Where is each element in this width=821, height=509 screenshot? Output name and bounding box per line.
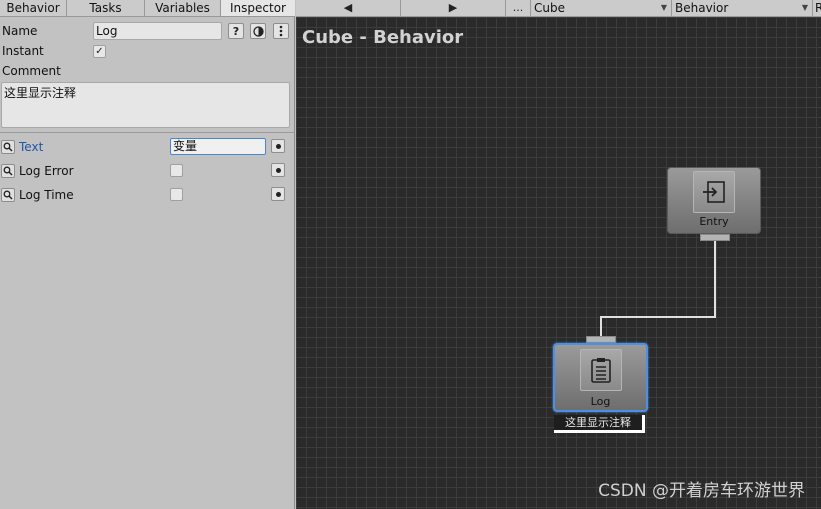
entry-node-label: Entry (699, 215, 729, 228)
log-node[interactable]: Log (553, 343, 648, 412)
menu-button[interactable] (273, 23, 289, 39)
log-time-search-button[interactable] (1, 188, 15, 202)
instant-checkbox[interactable]: ✓ (93, 45, 106, 58)
half-circle-icon (252, 25, 264, 37)
tab-inspector[interactable]: Inspector (221, 0, 295, 16)
log-error-search-button[interactable] (1, 164, 15, 178)
watermark: CSDN @开着房车环游世界 (598, 481, 805, 501)
name-label: Name (2, 24, 38, 38)
dropdown-arrow-icon: ▼ (660, 3, 667, 12)
vertical-dots-icon (279, 25, 283, 37)
log-node-label: Log (590, 395, 611, 408)
log-icon-box (580, 349, 622, 391)
entry-output-port[interactable] (700, 234, 730, 241)
help-icon: ? (232, 24, 240, 38)
name-field[interactable]: Log (93, 22, 222, 40)
next-button[interactable]: ▶ (401, 0, 506, 16)
toggle-button[interactable] (250, 23, 266, 39)
log-error-checkbox[interactable] (170, 164, 183, 177)
log-comment-tag: 这里显示注释 (554, 415, 645, 433)
log-input-port[interactable] (586, 336, 616, 343)
tab-tasks[interactable]: Tasks (67, 0, 145, 16)
instant-label: Instant (2, 44, 44, 58)
more-button[interactable]: ... (506, 0, 531, 16)
text-search-button[interactable] (1, 140, 15, 154)
log-time-label: Log Time (19, 188, 74, 202)
log-time-checkbox[interactable] (170, 188, 183, 201)
log-time-variable-button[interactable] (271, 187, 285, 201)
entry-icon-box (693, 171, 735, 213)
help-button[interactable]: ? (228, 23, 244, 39)
comment-textarea[interactable]: 这里显示注释 (1, 82, 290, 128)
entry-icon (703, 181, 725, 203)
behavior-dropdown[interactable]: Behavior ▼ (672, 0, 813, 16)
text-field-input[interactable]: 变量 (170, 138, 266, 155)
log-error-variable-button[interactable] (271, 163, 285, 177)
text-variable-button[interactable] (271, 139, 285, 153)
search-icon (3, 190, 13, 200)
clipboard-icon (591, 358, 611, 383)
tab-variables[interactable]: Variables (145, 0, 221, 16)
prev-button[interactable]: ◀ (296, 0, 401, 16)
entry-node[interactable]: Entry (667, 167, 761, 234)
log-comment-text: 这里显示注释 (554, 415, 642, 430)
log-error-label: Log Error (19, 164, 74, 178)
search-icon (3, 142, 13, 152)
comment-label: Comment (2, 64, 61, 78)
text-field-label: Text (19, 140, 44, 154)
object-dropdown-value: Cube (534, 1, 565, 15)
dropdown-arrow-icon: ▼ (801, 3, 808, 12)
inspector-panel: Behavior Tasks Variables Inspector Name … (0, 0, 295, 509)
divider (0, 132, 295, 133)
extra-dropdown[interactable]: Re (813, 0, 821, 16)
object-dropdown[interactable]: Cube ▼ (531, 0, 672, 16)
graph-canvas[interactable]: Cube - Behavior Entry Log 这里显示注释 CSDN @开… (296, 17, 821, 509)
search-icon (3, 166, 13, 176)
connection-line (600, 241, 716, 336)
tab-behavior[interactable]: Behavior (0, 0, 67, 16)
behavior-dropdown-value: Behavior (675, 1, 729, 15)
panel-tabs: Behavior Tasks Variables Inspector (0, 0, 295, 17)
graph-toolbar: ◀ ▶ ... Cube ▼ Behavior ▼ Re (296, 0, 821, 17)
